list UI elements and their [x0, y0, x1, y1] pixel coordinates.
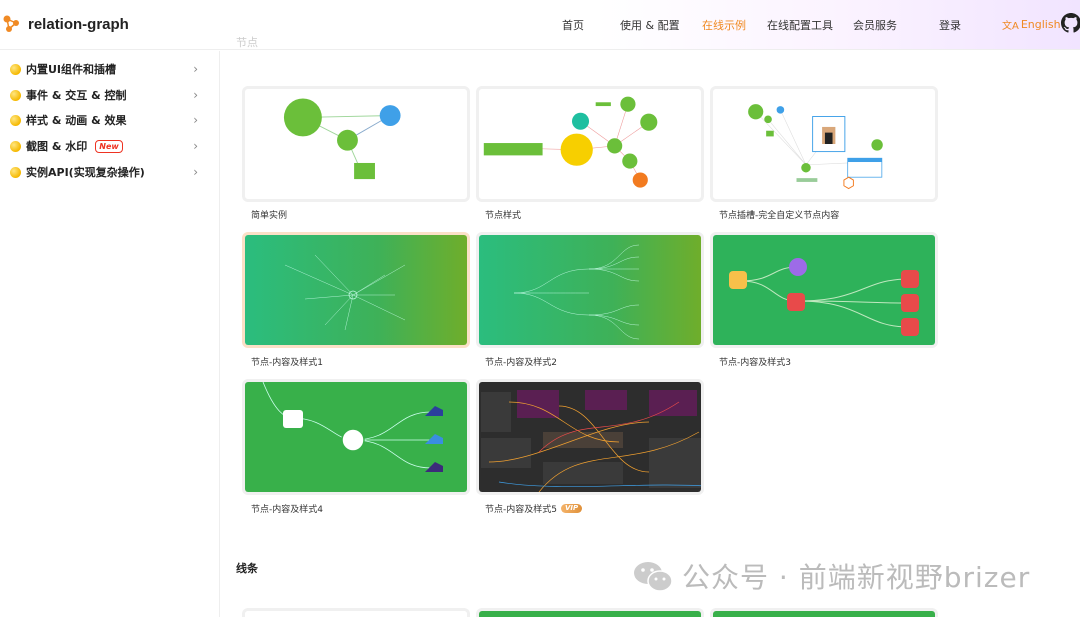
example-card-simple[interactable]	[242, 86, 470, 202]
category-dot-icon	[10, 63, 21, 75]
card-label[interactable]: 节点-内容及样式2	[485, 355, 557, 368]
chevron-right-icon: ›	[193, 165, 198, 179]
card-label[interactable]: 节点插槽-完全自定义节点内容	[719, 208, 839, 221]
nav-home[interactable]: 首页	[562, 17, 584, 33]
nav-online-examples[interactable]: 在线示例	[702, 17, 746, 33]
chevron-right-icon: ›	[193, 88, 198, 102]
card-thumbnail	[283, 98, 401, 180]
language-label: English	[1020, 18, 1061, 31]
card-thumbnail	[245, 382, 467, 492]
card-thumbnail	[748, 104, 883, 190]
logo-icon	[3, 15, 19, 32]
card-label[interactable]: 节点-内容及样式3	[719, 355, 791, 368]
example-card-content-style-2[interactable]	[476, 232, 704, 348]
chevron-right-icon: ›	[193, 139, 198, 153]
card-label[interactable]: 简单实例	[251, 208, 287, 221]
card-thumbnail	[713, 235, 935, 345]
card-label[interactable]: 节点-内容及样式1	[251, 355, 323, 368]
category-dot-icon	[10, 140, 21, 152]
example-card-content-style-1[interactable]	[242, 232, 470, 348]
example-card-content-style-5[interactable]	[476, 379, 704, 495]
sidebar-item-screenshot[interactable]: 截图 & 水印 New ›	[10, 136, 210, 156]
card-label[interactable]: 节点-内容及样式4	[251, 502, 323, 515]
sidebar-item-builtin-ui[interactable]: 内置UI组件和插槽 ›	[10, 59, 210, 79]
new-badge: New	[95, 139, 123, 153]
language-switch[interactable]: 文A English	[1002, 17, 1061, 32]
card-label[interactable]: 节点-内容及样式5 VIP	[485, 502, 583, 515]
card-thumbnail	[479, 382, 701, 492]
nav-login[interactable]: 登录	[939, 17, 961, 33]
category-dot-icon	[10, 89, 21, 101]
logo[interactable]: relation-graph	[2, 14, 129, 34]
example-card-line-2[interactable]	[476, 608, 704, 617]
sidebar-item-label: 实例API(实现复杂操作)	[26, 166, 145, 179]
watermark-text: 公众号 · 前端新视野brizer	[682, 561, 1031, 594]
nav-membership[interactable]: 会员服务	[853, 17, 897, 33]
sidebar-item-label: 样式 & 动画 & 效果	[26, 114, 127, 127]
nav-online-config-tool[interactable]: 在线配置工具	[767, 17, 833, 33]
example-card-node-style[interactable]	[476, 86, 704, 202]
category-dot-icon	[10, 166, 21, 178]
example-card-line-3[interactable]	[710, 608, 938, 617]
logo-text: relation-graph	[28, 15, 129, 33]
sidebar-item-label: 截图 & 水印	[26, 140, 88, 153]
watermark: 公众号 · 前端新视野brizer	[632, 556, 1030, 596]
card-thumbnail	[245, 235, 467, 345]
wechat-icon	[634, 562, 673, 592]
translate-icon: 文A	[1002, 21, 1019, 32]
top-header: relation-graph 首页 使用 & 配置 在线示例 在线配置工具 会员…	[0, 0, 1080, 50]
card-thumbnail	[479, 235, 701, 345]
card-label-text: 节点-内容及样式5	[485, 505, 557, 515]
card-label[interactable]: 节点样式	[485, 208, 521, 221]
card-thumbnail	[713, 611, 935, 617]
sidebar-item-instance-api[interactable]: 实例API(实现复杂操作) ›	[10, 162, 210, 182]
sidebar-item-styles[interactable]: 样式 & 动画 & 效果 ›	[10, 110, 210, 130]
card-thumbnail	[245, 611, 467, 617]
vip-badge: VIP	[560, 504, 583, 513]
card-thumbnail	[483, 96, 658, 188]
github-icon[interactable]	[1061, 13, 1080, 33]
sidebar-item-label: 内置UI组件和插槽	[26, 63, 117, 76]
example-card-content-style-3[interactable]	[710, 232, 938, 348]
nav-usage-config[interactable]: 使用 & 配置	[620, 17, 680, 33]
section-title-lines: 线条	[236, 562, 258, 575]
example-card-content-style-4[interactable]	[242, 379, 470, 495]
example-card-line-1[interactable]	[242, 608, 470, 617]
chevron-right-icon: ›	[193, 113, 198, 127]
sidebar: 内置UI组件和插槽 › 事件 & 交互 & 控制 › 样式 & 动画 & 效果 …	[0, 51, 220, 617]
sidebar-item-events[interactable]: 事件 & 交互 & 控制 ›	[10, 85, 210, 105]
category-dot-icon	[10, 114, 21, 126]
section-title-nodes: 节点	[236, 36, 258, 49]
sidebar-item-label: 事件 & 交互 & 控制	[26, 89, 127, 102]
card-thumbnail	[479, 611, 701, 617]
chevron-right-icon: ›	[193, 62, 198, 76]
example-card-node-slot[interactable]	[710, 86, 938, 202]
